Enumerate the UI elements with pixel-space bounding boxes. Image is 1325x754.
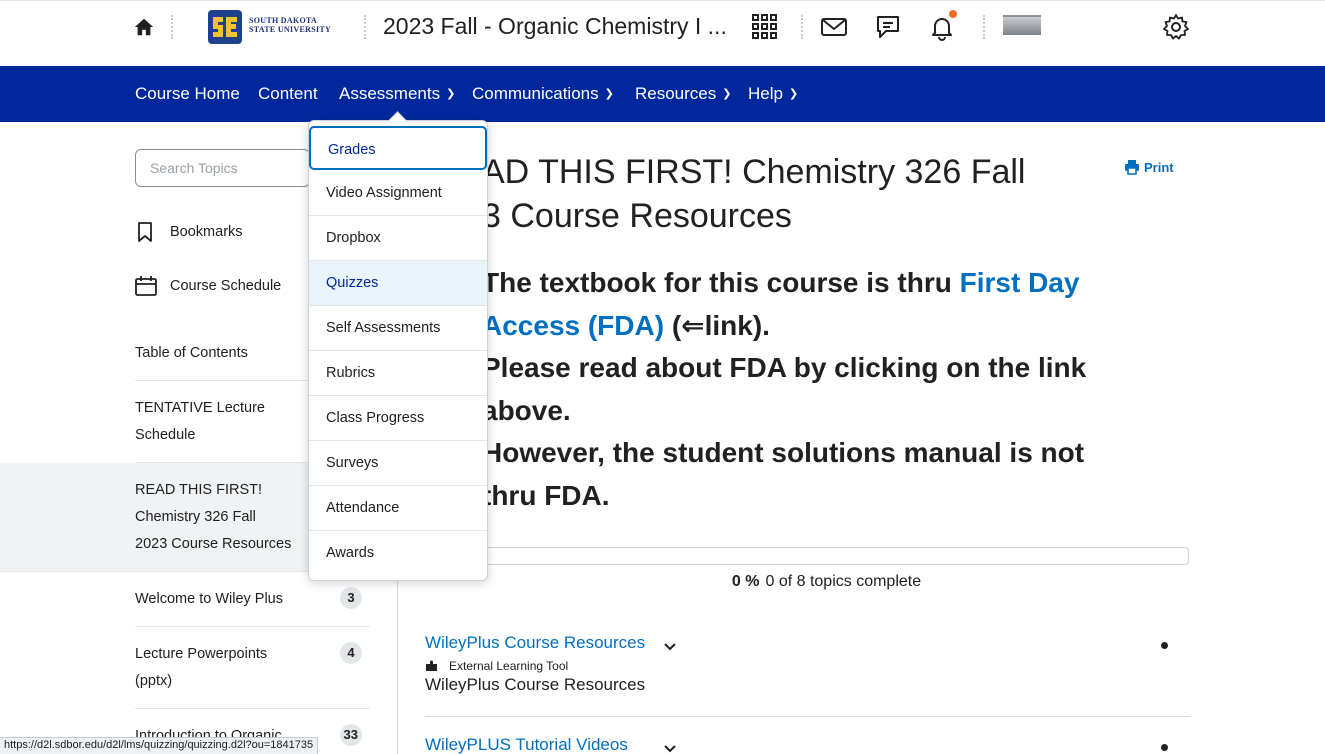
topic-item: WileyPlus Course Resources External Lear… xyxy=(425,633,1190,695)
completion-progress-bar xyxy=(464,547,1189,565)
bookmarks-link[interactable]: Bookmarks xyxy=(135,221,335,245)
topic-description: WileyPlus Course Resources xyxy=(425,675,646,694)
search-topics-input[interactable]: Search Topics xyxy=(135,149,310,187)
sidebar-divider xyxy=(397,565,398,754)
menu-item-video-assignment[interactable]: Video Assignment xyxy=(309,171,487,216)
menu-item-awards[interactable]: Awards xyxy=(309,531,487,576)
topic-count-badge: 33 xyxy=(339,724,362,746)
chat-icon[interactable] xyxy=(874,13,902,41)
gear-icon[interactable] xyxy=(1162,13,1190,41)
course-note: The textbook for this course is thru Fir… xyxy=(482,267,1087,511)
calendar-icon xyxy=(135,276,157,296)
printer-icon xyxy=(1125,160,1139,175)
course-title[interactable]: 2023 Fall - Organic Chemistry I ... xyxy=(383,13,727,40)
topic-link[interactable]: WileyPLUS Tutorial Videos xyxy=(425,735,1190,754)
nav-assessments[interactable]: Assessments ❯ xyxy=(339,84,455,104)
divider xyxy=(983,15,985,39)
menu-item-grades[interactable]: Grades xyxy=(309,126,487,170)
menu-item-rubrics[interactable]: Rubrics xyxy=(309,351,487,396)
notification-dot xyxy=(949,10,957,18)
toc-item-lecture-powerpoints[interactable]: Lecture Powerpoints (pptx) 4 xyxy=(135,627,370,709)
home-icon[interactable] xyxy=(133,16,155,38)
nav-content[interactable]: Content xyxy=(258,84,318,104)
first-day-access-link[interactable]: First Day xyxy=(960,267,1080,298)
chevron-down-icon: ❯ xyxy=(446,88,456,100)
user-avatar[interactable] xyxy=(1003,15,1041,35)
menu-item-attendance[interactable]: Attendance xyxy=(309,486,487,531)
first-day-access-link[interactable]: Access (FDA) xyxy=(482,310,664,341)
status-bar-url: https://d2l.sdbor.edu/d2l/lms/quizzing/q… xyxy=(0,737,319,754)
topic-item: WileyPLUS Tutorial Videos xyxy=(425,735,1190,754)
nav-resources[interactable]: Resources ❯ xyxy=(635,84,731,104)
nav-help[interactable]: Help ❯ xyxy=(748,84,798,104)
completion-summary: 0 % 0 of 8 topics complete xyxy=(731,573,922,590)
menu-item-quizzes[interactable]: Quizzes xyxy=(309,261,487,306)
print-button[interactable]: Print xyxy=(1124,159,1174,175)
puzzle-icon xyxy=(426,660,437,671)
chevron-down-icon[interactable] xyxy=(663,741,677,754)
divider xyxy=(364,15,366,39)
assessments-dropdown-menu: Grades Video Assignment Dropbox Quizzes … xyxy=(308,120,488,581)
divider xyxy=(171,15,173,39)
page-title: AD THIS FIRST! Chemistry 326 Fall 3 Cour… xyxy=(482,153,1026,235)
chevron-down-icon: ❯ xyxy=(722,88,732,100)
incomplete-indicator xyxy=(1161,642,1168,649)
topic-divider xyxy=(425,716,1190,717)
chevron-down-icon[interactable] xyxy=(663,639,677,653)
menu-item-class-progress[interactable]: Class Progress xyxy=(309,396,487,441)
university-name: South Dakota State University xyxy=(249,16,332,34)
incomplete-indicator xyxy=(1161,744,1168,751)
menu-item-surveys[interactable]: Surveys xyxy=(309,441,487,486)
bookmark-icon xyxy=(138,222,152,242)
top-bar: South Dakota State University 2023 Fall … xyxy=(0,0,1325,66)
course-selector-icon[interactable] xyxy=(751,13,779,41)
topic-link[interactable]: WileyPlus Course Resources xyxy=(425,633,1190,653)
nav-communications[interactable]: Communications ❯ xyxy=(472,84,614,104)
menu-item-self-assessments[interactable]: Self Assessments xyxy=(309,306,487,351)
chevron-down-icon: ❯ xyxy=(604,88,614,100)
topic-count-badge: 4 xyxy=(340,642,362,664)
divider xyxy=(801,15,803,39)
mail-icon[interactable] xyxy=(820,13,848,41)
menu-item-dropbox[interactable]: Dropbox xyxy=(309,216,487,261)
chevron-down-icon: ❯ xyxy=(788,88,799,100)
nav-course-home[interactable]: Course Home xyxy=(135,84,240,104)
course-schedule-link[interactable]: Course Schedule xyxy=(135,275,335,299)
topic-count-badge: 3 xyxy=(340,587,362,609)
course-nav-bar: Course Home Content Assessments ❯ Communi… xyxy=(0,66,1325,122)
topic-type: External Learning Tool xyxy=(425,659,1190,673)
